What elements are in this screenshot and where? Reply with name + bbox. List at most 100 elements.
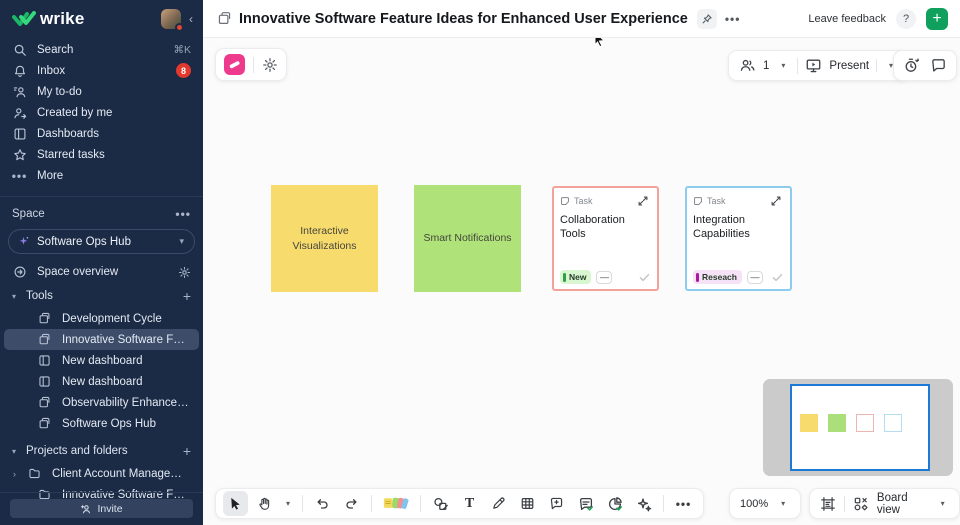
chevron-down-icon[interactable]: ▾ (281, 499, 295, 508)
sidebar-item-space-overview[interactable]: Space overview (0, 260, 203, 284)
chevron-down-icon[interactable]: ▾ (776, 61, 790, 70)
chevron-down-icon[interactable]: ▾ (936, 499, 949, 508)
add-button[interactable]: + (926, 8, 948, 30)
dashboard-icon (37, 353, 52, 368)
space-more-icon[interactable]: ••• (175, 207, 191, 221)
task-card[interactable]: Task Integration Capabilities Reseach — (685, 186, 792, 291)
shapes-tool[interactable] (428, 491, 453, 516)
whiteboard-canvas[interactable]: 1 ▾ Present ▾ Interactive Visualizations (203, 38, 960, 525)
collapse-sidebar-icon[interactable]: ‹ (189, 12, 193, 26)
wrike-logo[interactable]: wrike (12, 9, 161, 29)
task-card[interactable]: Task Collaboration Tools New — (552, 186, 659, 291)
projects-section-toggle[interactable]: ▾ Projects and folders + (0, 439, 203, 463)
view-switcher-label[interactable]: Board view (877, 492, 928, 516)
minimap-viewport[interactable] (790, 384, 930, 471)
project-chart-tool[interactable] (602, 491, 627, 516)
minimap-sticky (800, 414, 818, 432)
comment-plus-tool[interactable] (544, 491, 569, 516)
sidebar-nav: Search ⌘K Inbox 8 My to-do Created by me (0, 35, 203, 186)
board-view-icon (853, 496, 869, 512)
user-avatar[interactable] (161, 9, 181, 29)
present-button[interactable]: Present (829, 60, 869, 72)
leave-feedback-link[interactable]: Leave feedback (808, 13, 886, 25)
space-selector[interactable]: Software Ops Hub ▾ (8, 229, 195, 254)
sidebar-item-innovative-ideas[interactable]: Innovative Software Feature Ideas ... (4, 329, 199, 350)
invite-button[interactable]: Invite (10, 499, 193, 518)
task-card-header: Task (693, 193, 784, 209)
expand-icon[interactable] (768, 193, 784, 209)
gear-icon[interactable] (178, 266, 191, 279)
zoom-control[interactable]: 100% ▾ (729, 488, 801, 519)
tools-section-toggle[interactable]: ▾ Tools + (0, 284, 203, 308)
minimap[interactable] (763, 379, 953, 476)
sidebar-item-inbox[interactable]: Inbox 8 (0, 60, 203, 81)
sidebar-item-observability[interactable]: Observability Enhancements (0, 392, 203, 413)
comment-icon[interactable] (930, 57, 947, 74)
assignee-dash-chip[interactable]: — (747, 271, 763, 284)
view-switcher: Board view ▾ (809, 488, 960, 519)
wrike-check-icon (12, 11, 36, 28)
assignee-dash-chip[interactable]: — (596, 271, 612, 284)
redo-icon[interactable] (339, 491, 364, 516)
sidebar-item-development-cycle[interactable]: Development Cycle (0, 308, 203, 329)
sidebar-item-search[interactable]: Search ⌘K (0, 39, 203, 60)
status-badge[interactable]: New (560, 270, 591, 284)
complete-check-icon[interactable] (771, 271, 784, 284)
task-card-footer: Reseach — (693, 270, 784, 284)
minimap-card (884, 414, 902, 432)
sidebar-item-new-dashboard-2[interactable]: New dashboard (0, 371, 203, 392)
status-badge[interactable]: Reseach (693, 270, 742, 284)
text-tool[interactable]: T (457, 491, 482, 516)
sticky-note[interactable]: Interactive Visualizations (271, 185, 378, 292)
sidebar-item-dashboards[interactable]: Dashboards (0, 123, 203, 144)
sticky-notes-tool[interactable] (379, 491, 413, 516)
complete-check-icon[interactable] (638, 271, 651, 284)
status-bar (563, 273, 566, 282)
sidebar-item-more[interactable]: ••• More (0, 165, 203, 186)
task-note-tool[interactable] (573, 491, 598, 516)
sidebar-item-client-account[interactable]: › Client Account Management (0, 463, 203, 484)
board-icon (37, 395, 52, 410)
space-selector-label: Software Ops Hub (37, 236, 179, 248)
space-section-header: Space ••• (0, 197, 203, 227)
divider (302, 495, 303, 512)
expand-icon[interactable] (635, 193, 651, 209)
zoom-level: 100% (740, 498, 768, 510)
ai-sparkle-tool[interactable] (631, 491, 656, 516)
help-icon[interactable]: ? (896, 9, 916, 29)
add-tool-icon[interactable]: + (183, 288, 191, 304)
more-tools-icon[interactable]: ••• (671, 491, 696, 516)
participants-icon[interactable] (739, 57, 756, 74)
sparkle-icon (17, 235, 30, 248)
divider (663, 495, 664, 512)
sidebar-item-created-by-me[interactable]: Created by me (0, 102, 203, 123)
task-title: Collaboration Tools (560, 214, 651, 270)
sticky-note-text: Smart Notifications (423, 231, 511, 245)
sidebar-item-label: Observability Enhancements (62, 397, 191, 409)
sidebar-item-label: My to-do (37, 86, 191, 98)
person-todo-icon (12, 84, 27, 99)
sidebar-item-starred[interactable]: Starred tasks (0, 144, 203, 165)
add-project-icon[interactable]: + (183, 443, 191, 459)
sidebar-item-software-ops-hub[interactable]: Software Ops Hub (0, 413, 203, 434)
frame-icon[interactable] (820, 496, 836, 512)
dashboard-icon (37, 374, 52, 389)
table-tool[interactable] (515, 491, 540, 516)
timer-icon[interactable] (903, 57, 920, 74)
sticky-note[interactable]: Smart Notifications (414, 185, 521, 292)
sidebar-header: wrike ‹ (0, 0, 203, 35)
select-tool[interactable] (223, 491, 248, 516)
gear-icon[interactable] (262, 57, 278, 73)
whiteboard-app-icon[interactable] (224, 54, 245, 75)
pin-icon[interactable] (697, 9, 717, 29)
sidebar-item-my-todo[interactable]: My to-do (0, 81, 203, 102)
sidebar-item-new-dashboard-1[interactable]: New dashboard (0, 350, 203, 371)
undo-icon[interactable] (310, 491, 335, 516)
chevron-right-icon: › (13, 469, 25, 479)
divider (420, 495, 421, 512)
pen-tool[interactable] (486, 491, 511, 516)
board-settings-toolbar (215, 48, 287, 81)
header-more-icon[interactable]: ••• (725, 12, 741, 26)
hand-tool[interactable] (252, 491, 277, 516)
sidebar-item-label: Dashboards (37, 128, 191, 140)
